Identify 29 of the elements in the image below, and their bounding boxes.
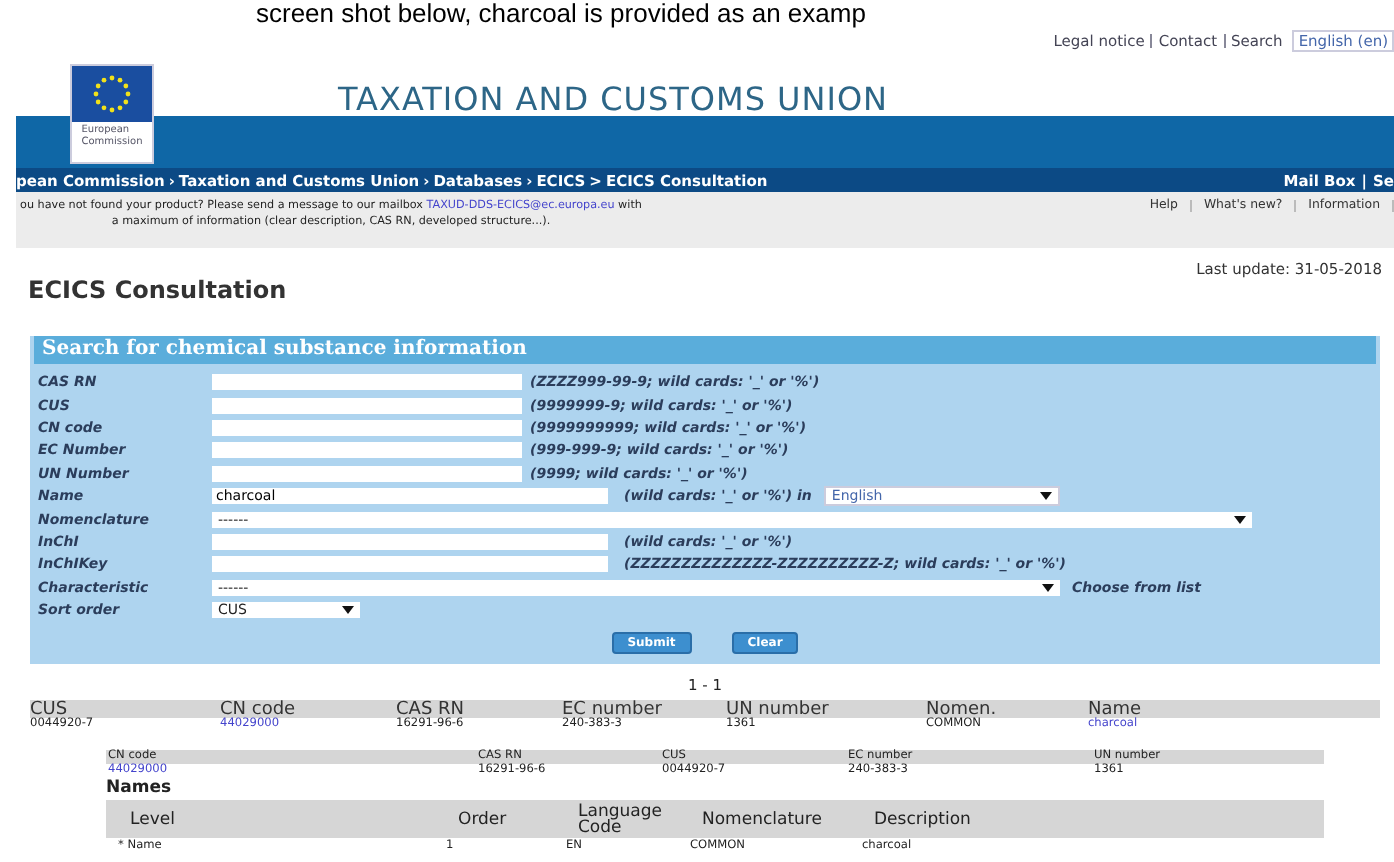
column-header: EC number bbox=[562, 700, 664, 720]
page-title: ECICS Consultation bbox=[28, 276, 287, 308]
input-field[interactable] bbox=[212, 442, 522, 459]
column-header: Language Code bbox=[578, 803, 664, 835]
input-field[interactable] bbox=[212, 397, 522, 414]
caret-icon bbox=[1039, 492, 1052, 501]
column-header: Nomen. bbox=[926, 700, 999, 720]
panel-title: Search for chemical substance information bbox=[34, 336, 1376, 364]
caret-icon bbox=[1234, 515, 1246, 524]
caption-text: screen shot below, charcoal is provided as an examp bbox=[254, 0, 868, 28]
column-header: Description bbox=[874, 811, 973, 827]
eu-flag-icon bbox=[72, 66, 152, 122]
column-header: CN code bbox=[220, 700, 298, 720]
input-field[interactable] bbox=[212, 374, 522, 391]
input-field[interactable] bbox=[212, 419, 522, 436]
section-title: Names bbox=[106, 778, 174, 800]
input-field[interactable] bbox=[212, 533, 608, 550]
site-title: TAXATION AND CUSTOMS UNION bbox=[338, 80, 889, 120]
column-header: UN number bbox=[726, 700, 831, 720]
caret-icon bbox=[342, 606, 354, 615]
caret-icon bbox=[1042, 583, 1054, 592]
input-field[interactable] bbox=[212, 556, 608, 573]
column-header: Level bbox=[130, 811, 177, 827]
input-field[interactable] bbox=[212, 465, 522, 482]
column-header: Name bbox=[1088, 700, 1144, 720]
column-header: CUS bbox=[30, 700, 68, 720]
column-header: CAS RN bbox=[396, 700, 467, 720]
column-header: Order bbox=[458, 811, 509, 827]
column-header: Nomenclature bbox=[702, 811, 824, 827]
